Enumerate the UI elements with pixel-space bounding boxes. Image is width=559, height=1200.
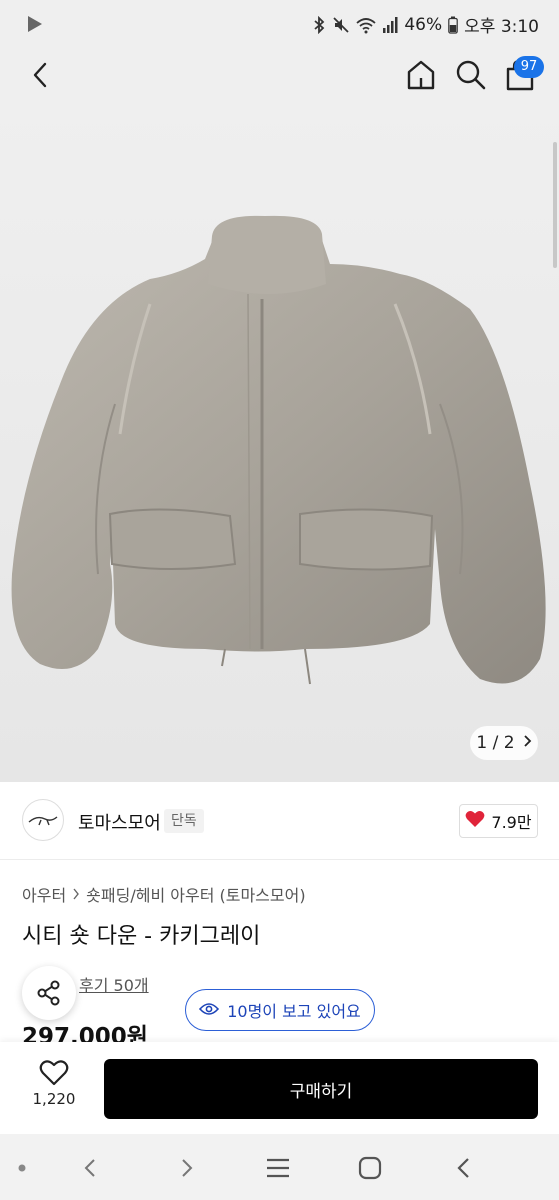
- status-bar: 46% 오후 3:10: [0, 0, 559, 48]
- heart-outline-icon: [39, 1060, 69, 1086]
- top-nav: [0, 48, 559, 104]
- nav-back-arrow-icon[interactable]: [76, 1154, 104, 1182]
- wishlist-button[interactable]: 1,220: [26, 1060, 82, 1120]
- home-icon[interactable]: [404, 58, 438, 92]
- home-square-icon[interactable]: [356, 1154, 384, 1182]
- mute-icon: [332, 16, 350, 34]
- signal-icon: [382, 16, 398, 34]
- back-icon[interactable]: [24, 58, 56, 92]
- breadcrumb: 아우터 숏패딩/헤비 아우터 (토마스모어): [22, 882, 306, 906]
- dot-icon: [8, 1154, 36, 1182]
- system-back-icon[interactable]: [449, 1154, 477, 1182]
- brand-like-count: 7.9만: [491, 813, 532, 832]
- eye-icon: [199, 1001, 220, 1020]
- exclusive-badge: 단독: [164, 809, 204, 833]
- buy-button[interactable]: 구매하기: [104, 1059, 538, 1119]
- menu-icon[interactable]: [264, 1154, 292, 1182]
- viewers-indicator: 10명이 보고 있어요: [185, 989, 375, 1031]
- share-button[interactable]: [22, 966, 76, 1020]
- search-icon[interactable]: [454, 58, 488, 92]
- viewers-text: 10명이 보고 있어요: [227, 1002, 361, 1021]
- clock: 오후 3:10: [464, 17, 539, 37]
- play-store-icon: [26, 15, 44, 37]
- battery-icon: [448, 16, 458, 34]
- product-image-gallery[interactable]: 1 / 2: [0, 104, 559, 782]
- system-nav-bar: [0, 1134, 559, 1200]
- breadcrumb-item[interactable]: 숏패딩/헤비 아우터 (토마스모어): [86, 882, 305, 906]
- product-image: [11, 215, 546, 685]
- status-icons: 46% 오후 3:10: [312, 12, 539, 37]
- wifi-icon: [356, 16, 376, 34]
- battery-percent: 46%: [404, 14, 443, 35]
- pager-text: 1 / 2: [476, 733, 515, 753]
- bluetooth-icon: [312, 15, 326, 34]
- heart-filled-icon: [465, 810, 485, 832]
- image-pager[interactable]: 1 / 2: [470, 726, 538, 760]
- chevron-right-icon: [72, 885, 80, 904]
- scroll-indicator: [553, 142, 557, 268]
- nav-forward-arrow-icon[interactable]: [173, 1154, 201, 1182]
- wishlist-count: 1,220: [32, 1090, 76, 1108]
- brand-like-button[interactable]: 7.9만: [459, 804, 538, 838]
- review-link[interactable]: 후기 50개: [79, 972, 149, 996]
- brand-logo[interactable]: [22, 799, 64, 841]
- product-title: 시티 숏 다운 - 카키그레이: [22, 924, 261, 949]
- share-icon: [37, 980, 60, 1006]
- bottom-action-bar: 1,220 구매하기: [0, 1042, 559, 1134]
- brand-row: 토마스모어 단독 7.9만: [0, 782, 559, 860]
- chevron-right-icon: [523, 733, 532, 753]
- cart-count-badge: 97: [514, 56, 544, 78]
- brand-name[interactable]: 토마스모어: [78, 809, 161, 835]
- breadcrumb-item[interactable]: 아우터: [22, 882, 66, 906]
